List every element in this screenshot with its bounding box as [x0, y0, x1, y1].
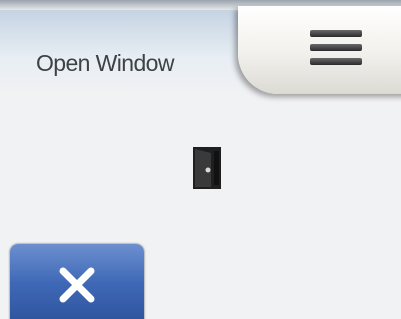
open-door-icon — [193, 147, 221, 189]
close-button[interactable] — [10, 244, 144, 319]
thermostat-screen: Open Window — [0, 0, 401, 319]
hamburger-menu-icon[interactable] — [310, 30, 362, 66]
page-title: Open Window — [36, 50, 174, 76]
close-icon — [59, 267, 95, 303]
